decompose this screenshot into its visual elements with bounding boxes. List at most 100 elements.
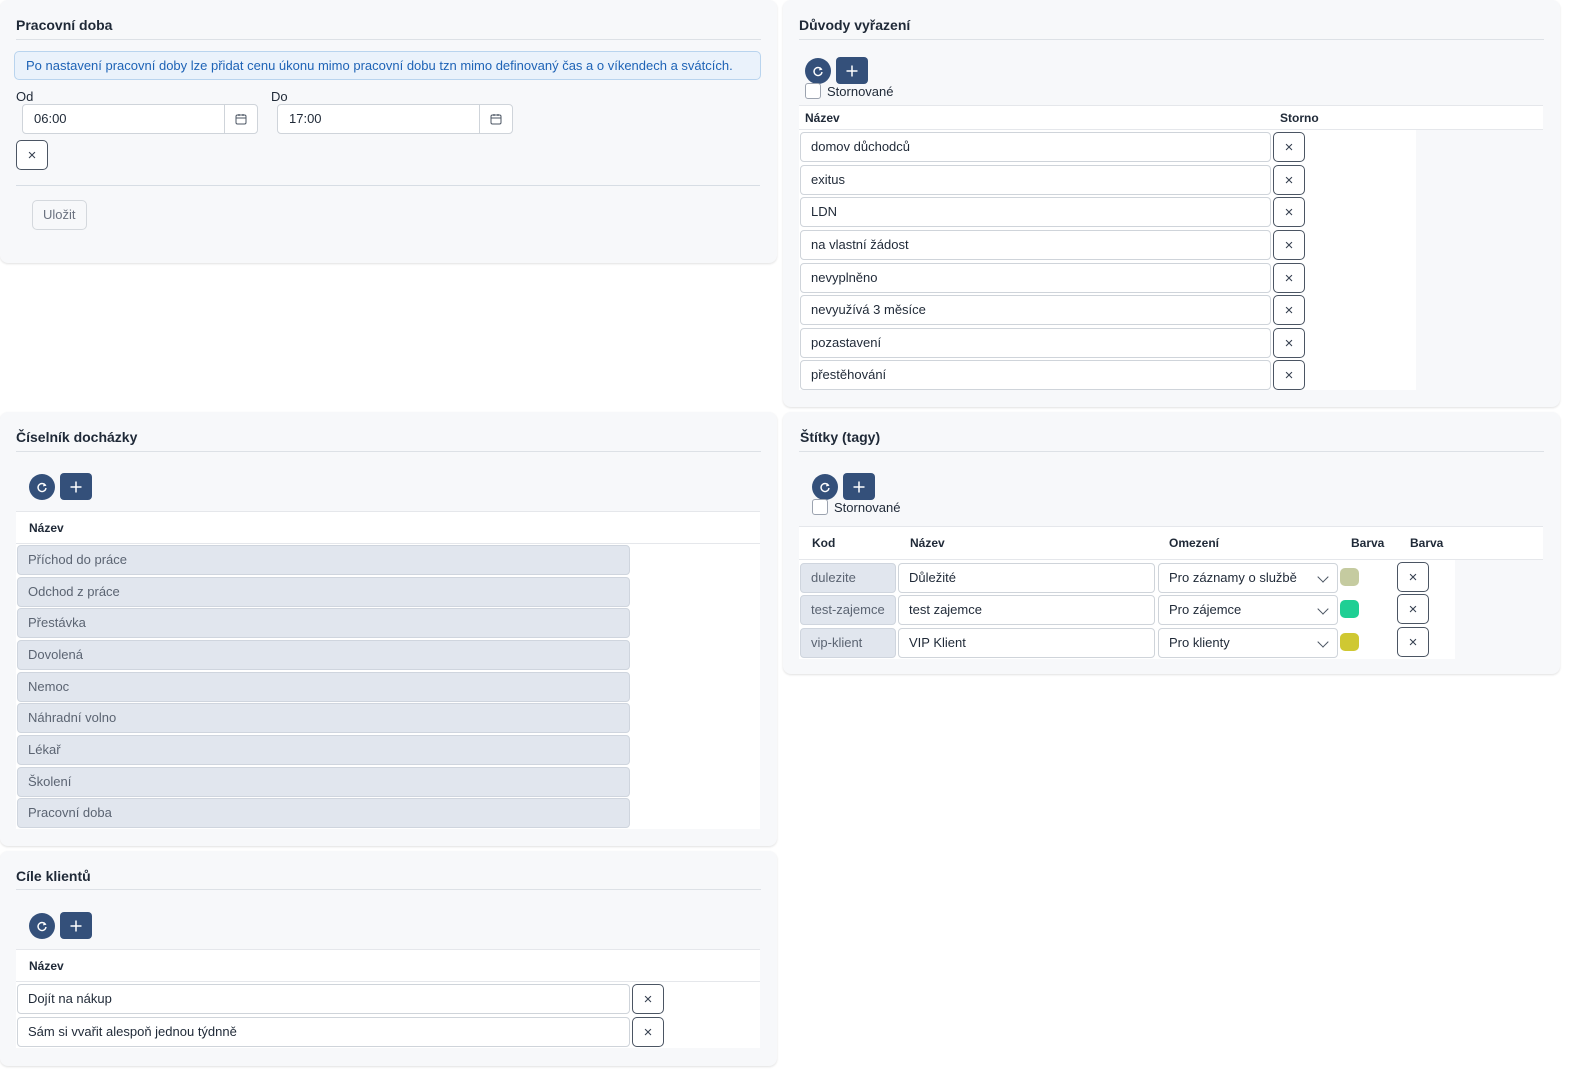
refresh-button[interactable]	[29, 913, 55, 939]
column-header-restriction: Omezení	[1169, 536, 1220, 550]
close-icon: ×	[643, 1023, 653, 1041]
list-item: Školení	[17, 767, 630, 797]
name-input[interactable]: test zajemce	[898, 595, 1155, 625]
close-icon: ×	[1408, 633, 1418, 651]
name-input[interactable]: VIP Klient	[898, 628, 1155, 658]
column-header-name: Název	[910, 536, 945, 550]
name-input[interactable]: domov důchodců	[800, 132, 1271, 162]
restriction-value: Pro zájemce	[1169, 602, 1242, 617]
name-input[interactable]: přestěhování	[800, 360, 1271, 390]
refresh-icon	[37, 921, 47, 932]
remove-button[interactable]: ×	[1273, 165, 1305, 195]
save-button[interactable]: Uložit	[32, 200, 87, 230]
work-hours-info: Po nastavení pracovní doby lze přidat ce…	[14, 51, 761, 80]
client-goals-title: Cíle klientů	[16, 868, 91, 884]
code-input: test-zajemce	[800, 595, 896, 625]
close-icon: ×	[643, 990, 653, 1008]
divider	[16, 185, 760, 186]
attendance-codes-title: Číselník docházky	[16, 429, 138, 445]
calendar-icon[interactable]	[479, 105, 512, 133]
client-goals-table: Dojít na nákup × Sám si vvařit alespoň je…	[16, 982, 760, 1048]
remove-button[interactable]: ×	[1273, 360, 1305, 390]
close-icon: ×	[1284, 269, 1294, 287]
remove-button[interactable]: ×	[632, 984, 664, 1014]
color-swatch[interactable]	[1340, 600, 1359, 618]
restriction-select[interactable]: Pro zájemce	[1158, 595, 1338, 625]
refresh-button[interactable]	[812, 474, 838, 500]
name-input[interactable]: na vlastní žádost	[800, 230, 1271, 260]
attendance-codes-panel: Číselník docházky Název Příchod do práce…	[0, 412, 777, 846]
remove-button[interactable]: ×	[1273, 263, 1305, 293]
cancelled-filter[interactable]: Stornované	[812, 499, 901, 515]
divider	[16, 39, 761, 40]
list-item: Přestávka	[17, 608, 630, 638]
to-time-input[interactable]: 17:00	[277, 104, 513, 134]
add-button[interactable]	[843, 473, 875, 500]
remove-button[interactable]: ×	[1397, 627, 1429, 657]
close-icon: ×	[1284, 171, 1294, 189]
close-icon: ×	[1284, 366, 1294, 384]
add-button[interactable]	[836, 57, 868, 84]
from-time-input[interactable]: 06:00	[22, 104, 258, 134]
color-swatch[interactable]	[1340, 633, 1359, 651]
plus-icon	[70, 920, 82, 931]
refresh-button[interactable]	[29, 474, 55, 500]
refresh-icon	[820, 482, 830, 493]
restriction-value: Pro klienty	[1169, 635, 1230, 650]
restriction-select[interactable]: Pro klienty	[1158, 628, 1338, 658]
table-header: Kod Název Omezení Barva Barva	[799, 526, 1543, 560]
remove-button[interactable]: ×	[1273, 295, 1305, 325]
from-label: Od	[16, 89, 34, 104]
refresh-icon	[37, 482, 47, 493]
refresh-icon	[813, 66, 823, 77]
code-input: dulezite	[800, 563, 896, 593]
divider	[799, 451, 1544, 452]
restriction-select[interactable]: Pro záznamy o službě	[1158, 563, 1338, 593]
add-button[interactable]	[60, 473, 92, 500]
close-icon: ×	[1408, 568, 1418, 586]
refresh-button[interactable]	[805, 58, 831, 84]
name-input[interactable]: pozastavení	[800, 328, 1271, 358]
close-icon: ×	[1284, 138, 1294, 156]
work-hours-title: Pracovní doba	[16, 17, 113, 33]
restriction-value: Pro záznamy o službě	[1169, 570, 1297, 585]
client-goals-panel: Cíle klientů Název Dojít na nákup × Sám s…	[0, 851, 777, 1066]
name-input[interactable]: LDN	[800, 197, 1271, 227]
cancelled-checkbox[interactable]	[805, 83, 821, 99]
remove-button[interactable]: ×	[632, 1017, 664, 1047]
color-swatch[interactable]	[1340, 568, 1359, 586]
name-input[interactable]: exitus	[800, 165, 1271, 195]
plus-icon	[846, 65, 858, 76]
list-item: Dovolená	[17, 640, 630, 670]
cancelled-checkbox[interactable]	[812, 499, 828, 515]
remove-button[interactable]: ×	[1397, 562, 1429, 592]
tags-table: dulezite Důležité Pro záznamy o službě ×…	[799, 560, 1455, 659]
name-input[interactable]: Důležité	[898, 563, 1155, 593]
remove-button[interactable]: ×	[1273, 197, 1305, 227]
close-icon: ×	[1284, 334, 1294, 352]
plus-icon	[70, 481, 82, 492]
name-input[interactable]: nevyplněno	[800, 263, 1271, 293]
column-header-name: Název	[805, 111, 840, 125]
remove-button[interactable]: ×	[1273, 132, 1305, 162]
divider	[799, 39, 1544, 40]
remove-button[interactable]: ×	[1397, 594, 1429, 624]
work-hours-panel: Pracovní doba Po nastavení pracovní doby…	[0, 0, 777, 263]
list-item: Pracovní doba	[17, 798, 630, 828]
divider	[16, 889, 761, 890]
remove-button[interactable]: ×	[1273, 328, 1305, 358]
cancelled-filter[interactable]: Stornované	[805, 83, 894, 99]
name-input[interactable]: Dojít na nákup	[17, 984, 630, 1014]
name-input[interactable]: nevyužívá 3 měsíce	[800, 295, 1271, 325]
to-label: Do	[271, 89, 288, 104]
add-button[interactable]	[60, 912, 92, 939]
name-input[interactable]: Sám si vvařit alespoň jednou týdnně	[17, 1017, 630, 1047]
close-icon: ×	[1284, 203, 1294, 221]
column-header-color-2: Barva	[1410, 536, 1444, 550]
calendar-icon[interactable]	[224, 105, 257, 133]
clear-hours-button[interactable]: ×	[16, 140, 48, 170]
from-time-value: 06:00	[34, 111, 67, 126]
column-header-storno: Storno	[1280, 111, 1319, 125]
table-header: Název	[16, 511, 760, 544]
remove-button[interactable]: ×	[1273, 230, 1305, 260]
